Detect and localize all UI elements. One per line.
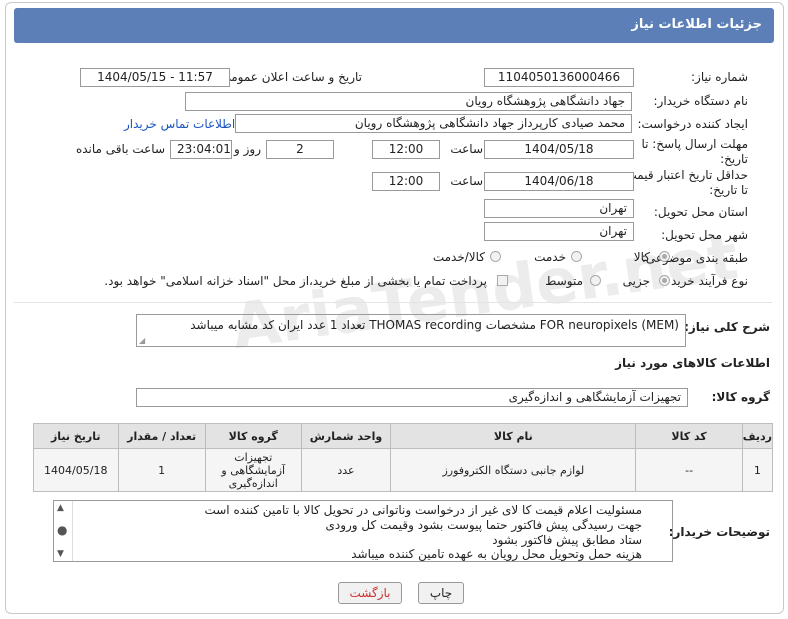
validity-time-label: ساعت [450,174,483,188]
city-field[interactable]: تهران [484,222,634,241]
col-unit: واحد شمارش [300,423,392,449]
deadline-time-field[interactable]: 12:00 [372,140,440,159]
page-title: جزئیات اطلاعات نیاز [631,17,762,32]
category-label: طبقه بندی موضوعی: [641,251,748,265]
deadline-date-field[interactable]: 1404/05/18 [484,140,634,159]
validity-date-field[interactable]: 1404/06/18 [484,172,634,191]
category-radio-both[interactable] [490,251,501,262]
city-label: شهر محل تحویل: [661,228,748,242]
days-field[interactable]: 2 [266,140,334,159]
cell-goods-group: تجهیزات آزمایشگاهی و اندازه‌گیری [204,448,302,492]
goods-table: تاریخ نیاز تعداد / مقدار گروه کالا واحد … [33,423,774,492]
cell-row-number: 1 [741,448,774,492]
treasury-payment-note: پرداخت تمام یا بخشی از مبلغ خرید،از محل … [104,274,487,288]
process-option-medium: متوسط [545,274,583,288]
process-radio-medium[interactable] [590,275,601,286]
process-label: نوع فرآیند خرید : [663,274,748,288]
goods-group-label: گروه کالا: [711,390,770,404]
process-option-minor: جزیی [622,274,650,288]
goods-info-title: اطلاعات کالاهای مورد نیاز [615,356,770,370]
scroll-up-icon[interactable]: ▲ [57,503,64,513]
need-number-field[interactable]: 1104050136000466 [484,68,634,87]
deadline-label-1: مهلت ارسال پاسخ: تا [641,137,748,151]
print-button[interactable]: چاپ [418,582,464,604]
col-goods-code: کد کالا [635,423,743,449]
col-goods-name: نام کالا [390,423,637,449]
col-goods-group: گروه کالا [204,423,302,449]
announce-label: تاریخ و ساعت اعلان عمومی: [217,70,362,84]
need-number-label: شماره نیاز: [691,70,748,84]
scroll-down-icon[interactable]: ▼ [57,549,64,559]
creator-label: ایجاد کننده درخواست: [637,117,748,131]
process-radio-minor[interactable] [659,275,670,286]
creator-field[interactable]: محمد صیادی کارپرداز جهاد دانشگاهی پژوهشگ… [235,114,632,133]
col-need-date: تاریخ نیاز [33,423,119,449]
province-label: استان محل تحویل: [653,205,748,219]
cell-goods-name: لوازم جانبی دستگاه الکتروفورز [390,448,637,492]
buyer-notes-label: توضیحات خریدار: [668,525,770,539]
treasury-payment-checkbox[interactable] [497,275,508,286]
notes-line: مسئولیت اعلام قیمت کا لای غیر از درخواست… [204,503,642,517]
category-option-both: کالا/خدمت [432,250,485,264]
buyer-org-label: نام دستگاه خریدار: [653,94,749,108]
category-radio-goods[interactable] [659,251,670,262]
days-label: روز و [234,142,261,156]
category-option-service: خدمت [534,250,566,264]
notes-line: ستاد مطابق پیش فاکتور بشود [492,533,642,547]
remaining-time-label: ساعت باقی مانده [75,142,165,156]
validity-label-2: تا تاریخ: [709,183,748,197]
notes-line: هزینه حمل وتحویل محل رویان به عهده تامین… [351,547,642,561]
validity-time-field[interactable]: 12:00 [372,172,440,191]
separator [14,302,772,303]
deadline-time-label: ساعت [450,142,483,156]
table-header-row: تاریخ نیاز تعداد / مقدار گروه کالا واحد … [33,423,774,449]
resize-grip-icon[interactable]: ◢ [139,336,145,345]
back-button[interactable]: بازگشت [338,582,402,604]
category-radio-service[interactable] [571,251,582,262]
contact-info-link[interactable]: اطلاعات تماس خریدار [124,117,235,131]
validity-label-1: حداقل تاریخ اعتبار قیمت: [621,168,748,182]
table-row[interactable]: 1404/05/18 1 تجهیزات آزمایشگاهی و اندازه… [33,448,774,492]
category-option-goods: کالا [633,250,650,264]
summary-textarea[interactable]: FOR neuropixels (MEM) مشخصات THOMAS reco… [136,314,686,347]
province-field[interactable]: تهران [484,199,634,218]
cell-unit: عدد [300,448,392,492]
buyer-org-field[interactable]: جهاد دانشگاهی پژوهشگاه رویان [185,92,632,111]
cell-goods-code: -- [635,448,743,492]
title-bar: جزئیات اطلاعات نیاز [14,8,774,43]
col-row-number: ردیف [741,423,774,449]
summary-label: شرح کلی نیاز: [684,320,770,334]
notes-line: جهت رسیدگی پیش فاکتور حتما پیوست بشود وق… [325,518,642,532]
summary-text: FOR neuropixels (MEM) مشخصات THOMAS reco… [190,318,679,332]
buyer-notes-box[interactable]: ▲ ● ▼ مسئولیت اعلام قیمت کا لای غیر از د… [53,500,673,562]
goods-group-field[interactable]: تجهیزات آزمایشگاهی و اندازه‌گیری [136,388,688,407]
col-quantity: تعداد / مقدار [117,423,206,449]
remaining-time-field[interactable]: 23:04:01 [170,140,232,159]
deadline-label-2: تاریخ: [720,152,748,166]
cell-quantity: 1 [117,448,206,492]
announce-field[interactable]: 1404/05/15 - 11:57 [80,68,230,87]
cell-need-date: 1404/05/18 [33,448,119,492]
notes-scrollbar[interactable]: ▲ ● ▼ [54,501,73,561]
scroll-thumb-icon[interactable]: ● [57,523,67,537]
